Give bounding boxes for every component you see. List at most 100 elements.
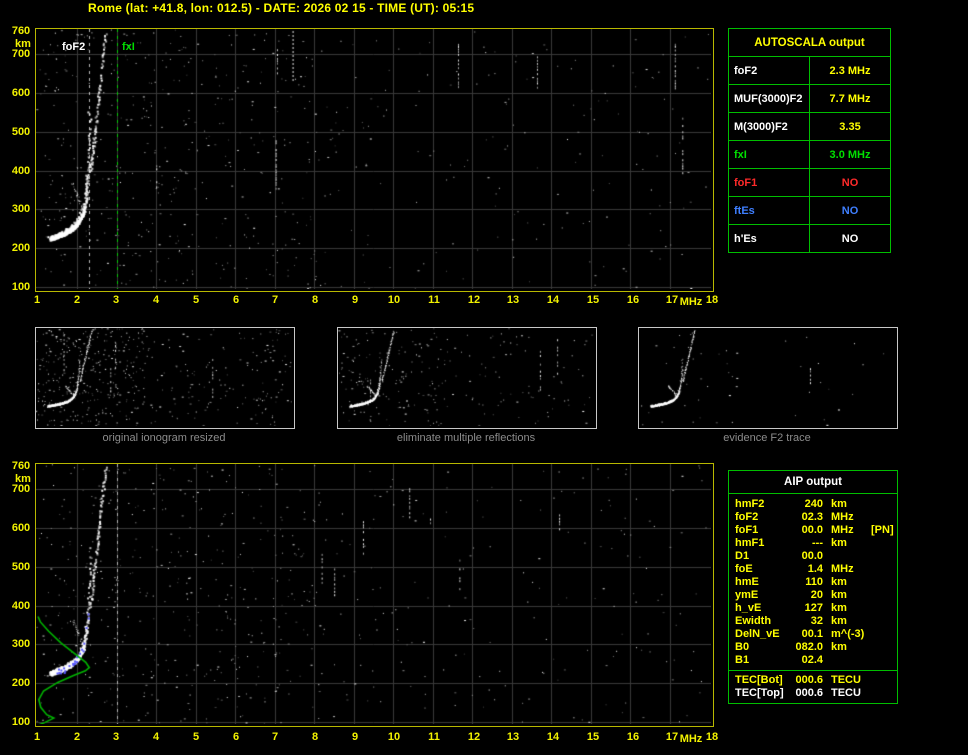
ionogram-plot: foF2 fxI (35, 28, 714, 292)
aip-param-label: TEC[Top] (735, 687, 784, 699)
x-tick-label: 13 (506, 731, 520, 743)
fof2-marker-label: foF2 (62, 41, 86, 53)
aip-param-value: 32 (810, 615, 823, 627)
aip-param-unit: km (831, 641, 847, 653)
aip-param-unit: TECU (831, 674, 861, 686)
aip-param-value: --- (812, 537, 823, 549)
aip-row: DelN_vE 00.1 m^(-3) (735, 628, 897, 641)
aip-param-label: ymE (735, 589, 759, 601)
x-axis-unit: MHz (679, 733, 703, 745)
aip-output-body: hmF2 240 km foF2 02.3 MHz foF1 00.0 MHz … (729, 494, 897, 703)
x-tick-label: 1 (33, 294, 41, 306)
x-tick-label: 6 (232, 294, 240, 306)
aip-param-extra (865, 511, 871, 524)
param-value: 3.35 (809, 112, 891, 141)
aip-param-value: 082.0 (795, 641, 823, 653)
aip-tec-separator (729, 670, 897, 671)
table-row: fxI 3.0 MHz (728, 140, 891, 169)
aip-param-extra: [PN] (871, 524, 894, 536)
x-tick-label: 11 (428, 731, 440, 743)
aip-param-extra (865, 498, 871, 511)
aip-param-label: foF1 (735, 524, 759, 536)
x-tick-label: 12 (467, 731, 481, 743)
y-tick-label: 200 (11, 677, 31, 689)
aip-param-unit: km (831, 576, 847, 588)
aip-param-label: B0 (735, 641, 750, 653)
y-tick-label: 200 (11, 242, 31, 254)
aip-row: D1 00.0 (735, 550, 897, 563)
x-tick-label: 10 (387, 294, 401, 306)
x-tick-label: 16 (626, 294, 640, 306)
x-tick-label: 17 (665, 294, 679, 306)
thumbnail-evidence-canvas (639, 328, 895, 426)
aip-row: ymE 20 km (735, 589, 897, 602)
aip-param-unit (823, 550, 865, 563)
param-label: MUF(3000)F2 (728, 84, 810, 113)
x-tick-label: 2 (73, 731, 81, 743)
x-tick-label: 9 (351, 294, 359, 306)
aip-row: foF1 00.0 MHz [PN] (735, 524, 897, 537)
x-tick-label: 11 (428, 294, 440, 306)
thumbnail-reflections-canvas (338, 328, 594, 426)
x-tick-label: 3 (112, 294, 120, 306)
aip-param-unit: MHz (831, 563, 854, 575)
thumbnail-caption: eliminate multiple reflections (396, 432, 536, 444)
y-tick-label: 500 (11, 126, 31, 138)
y-axis-unit: km (15, 473, 31, 485)
table-row: foF1 NO (728, 168, 891, 197)
x-tick-label: 9 (351, 731, 359, 743)
aip-param-label: TEC[Bot] (735, 674, 783, 686)
aip-row: hmF2 240 km (735, 498, 897, 511)
x-tick-label: 14 (546, 294, 560, 306)
fxi-marker-label: fxI (122, 41, 135, 53)
x-tick-label: 13 (506, 294, 520, 306)
param-value: NO (809, 196, 891, 225)
aip-param-unit: MHz (831, 511, 854, 523)
thumbnail-caption: original ionogram resized (102, 432, 226, 444)
aip-param-value: 02.3 (801, 511, 823, 523)
aip-param-label: hmE (735, 576, 759, 588)
param-value: NO (809, 224, 891, 253)
aip-param-value: 20 (810, 589, 823, 601)
ionogram-canvas (36, 29, 711, 289)
aip-param-unit: m^(-3) (831, 628, 865, 640)
aip-row: foE 1.4 MHz (735, 563, 897, 576)
param-label: foF2 (728, 56, 810, 85)
x-tick-label: 15 (586, 294, 600, 306)
aip-param-label: foF2 (735, 511, 759, 523)
table-row: M(3000)F2 3.35 (728, 112, 891, 141)
y-tick-label: 400 (11, 165, 31, 177)
table-row: h'Es NO (728, 224, 891, 253)
aip-tec-row: TEC[Bot] 000.6 TECU (735, 674, 897, 687)
x-tick-label: 14 (546, 731, 560, 743)
thumbnail-eliminate-reflections (337, 327, 597, 429)
y-tick-label: 600 (11, 522, 31, 534)
aip-param-extra (865, 576, 871, 589)
autoscala-output-title: AUTOSCALA output (728, 28, 891, 57)
aip-param-label: foE (735, 563, 753, 575)
x-tick-label: 16 (626, 731, 640, 743)
thumbnail-evidence-f2 (638, 327, 898, 429)
aip-param-label: Ewidth (735, 615, 772, 627)
param-value: 2.3 MHz (809, 56, 891, 85)
x-tick-label: 7 (271, 294, 279, 306)
aip-param-value: 00.0 (801, 550, 823, 562)
aip-param-unit: km (831, 602, 847, 614)
table-row: ftEs NO (728, 196, 891, 225)
y-tick-label: 400 (11, 600, 31, 612)
y-axis-unit: km (15, 38, 31, 50)
x-tick-label: 10 (387, 731, 401, 743)
aip-param-extra (865, 641, 871, 654)
aip-row: h_vE 127 km (735, 602, 897, 615)
x-axis-unit: MHz (679, 296, 703, 308)
y-tick-label: 300 (11, 638, 31, 650)
x-tick-label: 4 (152, 731, 160, 743)
aip-param-extra (865, 550, 871, 563)
x-tick-label: 5 (192, 294, 200, 306)
aip-param-label: hmF2 (735, 498, 765, 510)
aip-param-value: 00.0 (801, 524, 823, 536)
aip-row: hmE 110 km (735, 576, 897, 589)
thumbnail-caption: evidence F2 trace (723, 432, 811, 444)
thumbnail-original-resized (35, 327, 295, 429)
station-datetime-title: Rome (lat: +41.8, lon: 012.5) - DATE: 20… (88, 1, 475, 15)
